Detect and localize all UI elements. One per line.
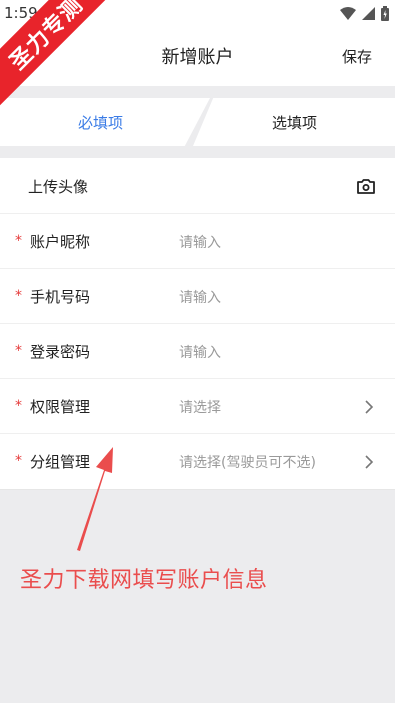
form-row-group[interactable]: * 分组管理 请选择(驾驶员可不选) [0,434,395,489]
page-title: 新增账户 [161,47,234,68]
nickname-input[interactable]: 请输入 [179,232,221,252]
nickname-label: 账户昵称 [30,233,91,251]
password-label: 登录密码 [30,343,91,361]
form-row-password[interactable]: * 登录密码 请输入 [0,324,395,379]
signal-icon [362,6,375,20]
form-row-phone[interactable]: * 手机号码 请输入 [0,269,395,324]
tab-optional-label[interactable]: 选填项 [272,112,317,133]
form-row-nickname[interactable]: * 账户昵称 请输入 [0,214,395,269]
tab-required-label[interactable]: 必填项 [78,112,123,133]
camera-icon[interactable] [357,178,375,194]
required-mark: * [15,233,22,249]
phone-label: 手机号码 [30,288,91,306]
upload-avatar-label: 上传头像 [28,178,89,196]
form-row-permission[interactable]: * 权限管理 请选择 [0,379,395,434]
status-icons [340,4,389,22]
permission-label: 权限管理 [30,398,91,416]
group-select[interactable]: 请选择(驾驶员可不选) [179,452,316,472]
battery-icon [381,5,389,21]
permission-select[interactable]: 请选择 [179,397,221,417]
chevron-right-icon [365,455,374,469]
upload-avatar-row[interactable]: 上传头像 [0,158,395,214]
required-mark: * [15,343,22,359]
screen: 1:59 圣力专测 新增账户 保存 必填项 选填项 上传头像 * 账户昵称 请输… [0,0,395,703]
chevron-right-icon [365,400,374,414]
group-label: 分组管理 [30,453,91,471]
required-mark: * [15,398,22,414]
password-input[interactable]: 请输入 [179,342,221,362]
save-button[interactable]: 保存 [342,46,372,67]
account-form: 上传头像 * 账户昵称 请输入 * 手机号码 请输入 * 登录密码 请输入 * … [0,158,395,490]
tab-strip: 必填项 选填项 [0,86,395,158]
required-mark: * [15,288,22,304]
wifi-icon [340,6,356,20]
annotation-text: 圣力下载网填写账户信息 [20,568,268,593]
phone-input[interactable]: 请输入 [179,287,221,307]
required-mark: * [15,453,22,469]
